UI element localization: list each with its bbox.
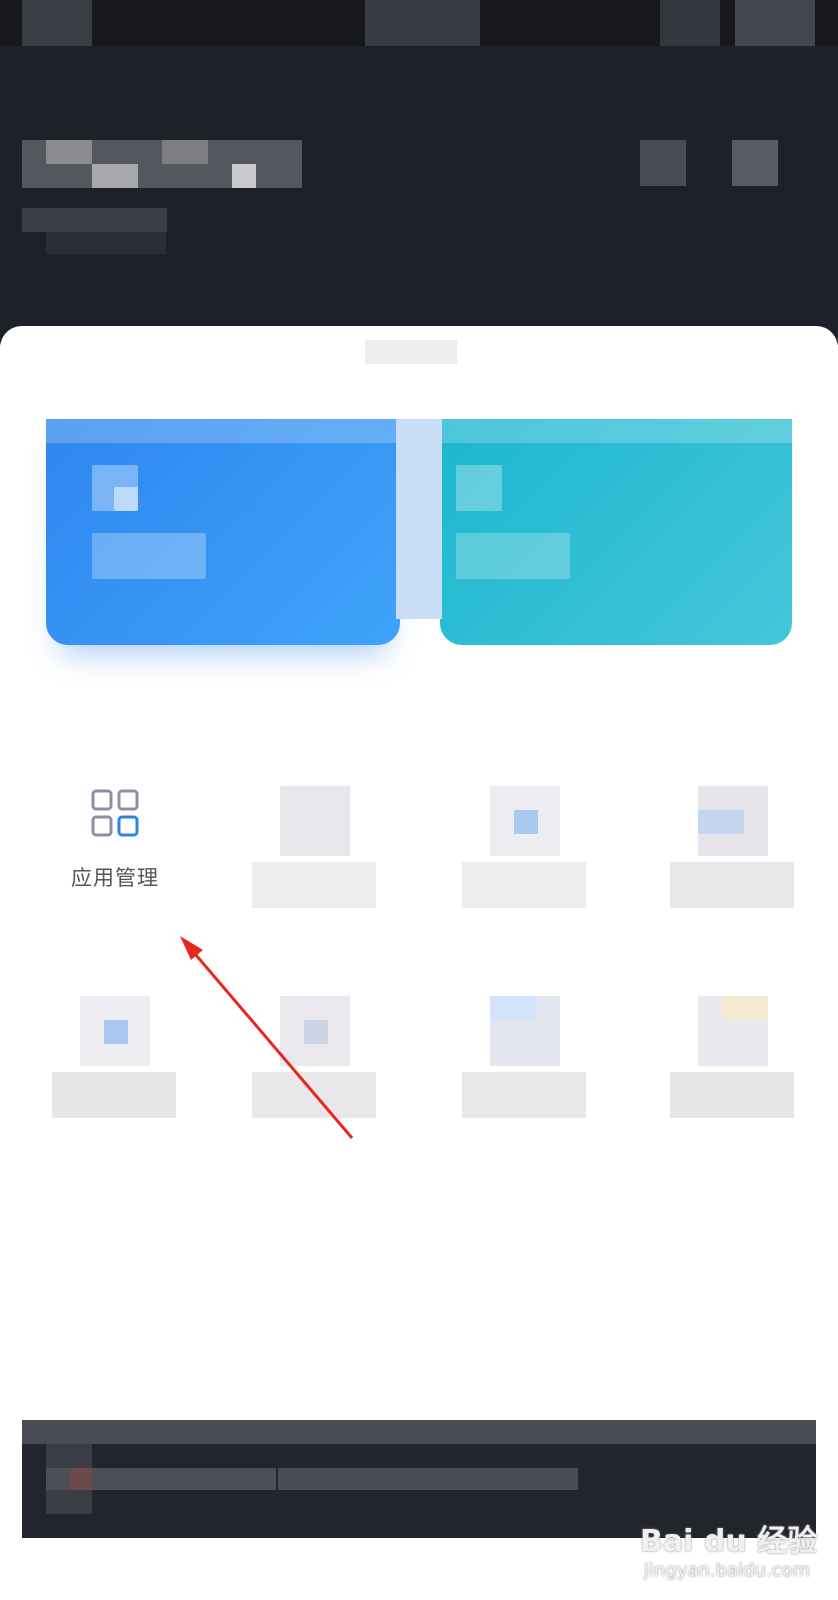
watermark-brand: Bai du 经验 [640,1524,818,1559]
watermark-url: jingyan.baidu.com [644,1560,811,1581]
baidu-jingyan-watermark: Bai du 经验 jingyan.baidu.com [640,1512,830,1592]
annotation-arrow [180,936,354,1139]
